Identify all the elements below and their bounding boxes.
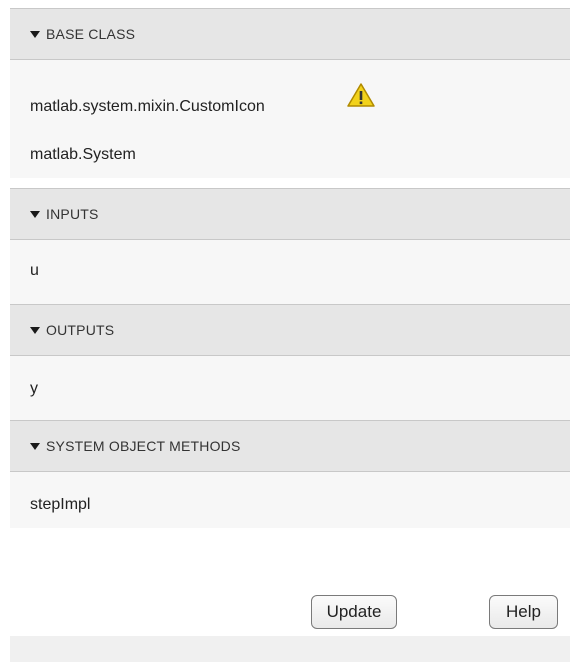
section-header-base-class[interactable]: BASE CLASS	[10, 8, 570, 60]
section-title-inputs: INPUTS	[46, 206, 99, 222]
section-header-inputs[interactable]: INPUTS	[10, 188, 570, 240]
output-item: y	[30, 380, 38, 397]
triangle-down-icon[interactable]	[30, 211, 40, 218]
input-item: u	[30, 262, 39, 279]
section-body-methods: stepImpl	[10, 472, 570, 528]
help-button[interactable]: Help	[489, 595, 558, 629]
method-item: stepImpl	[30, 496, 91, 513]
footer-strip	[10, 636, 570, 662]
section-title-methods: SYSTEM OBJECT METHODS	[46, 438, 241, 454]
section-title-base-class: BASE CLASS	[46, 26, 136, 42]
section-header-outputs[interactable]: OUTPUTS	[10, 304, 570, 356]
section-body-base-class: matlab.system.mixin.CustomIcon matlab.Sy…	[10, 60, 570, 178]
section-body-outputs: y	[10, 356, 570, 420]
base-class-item: matlab.System	[30, 146, 136, 163]
triangle-down-icon[interactable]	[30, 327, 40, 334]
triangle-down-icon[interactable]	[30, 31, 40, 38]
section-body-inputs: u	[10, 240, 570, 304]
block-panel: BASE CLASS matlab.system.mixin.CustomIco…	[0, 0, 570, 662]
section-header-methods[interactable]: SYSTEM OBJECT METHODS	[10, 420, 570, 472]
warning-icon	[346, 82, 376, 113]
section-title-outputs: OUTPUTS	[46, 322, 115, 338]
update-button[interactable]: Update	[311, 595, 397, 629]
triangle-down-icon[interactable]	[30, 443, 40, 450]
base-class-item: matlab.system.mixin.CustomIcon	[30, 98, 265, 115]
